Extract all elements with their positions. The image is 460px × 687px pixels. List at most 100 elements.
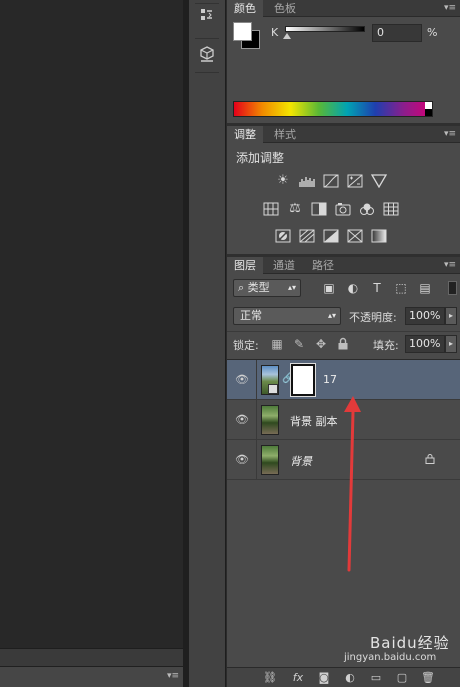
black-white-swatch[interactable] — [425, 102, 432, 116]
layer-name: 背景 副本 — [290, 415, 338, 428]
layer-name: 17 — [323, 373, 337, 386]
tab-channels[interactable]: 通道 — [266, 257, 302, 274]
selective-color-icon[interactable] — [347, 229, 363, 243]
filter-pixel-icon[interactable]: ▣ — [322, 281, 336, 295]
divider — [256, 440, 257, 480]
k-value-field[interactable]: 0 — [372, 24, 422, 42]
adjustments-title: 添加调整 — [236, 151, 285, 165]
layers-list: 👁 🔗 17 👁 背景 副本 👁 背景 — [227, 359, 460, 667]
visibility-eye-icon[interactable]: 👁 — [235, 373, 249, 387]
blend-mode-select[interactable]: 正常 ▴▾ — [233, 307, 341, 325]
right-panel-dock: 颜色 色板 ▾≡ K 0 % 调整 样式 ▾≡ 添加调整 ☀ ⚖ 图层 通道 路… — [227, 0, 460, 687]
fx-layer-style-icon[interactable]: fx — [291, 671, 305, 685]
link-layers-icon[interactable]: ⛓ — [263, 671, 277, 685]
canvas-status-bar: ▾≡ — [0, 666, 183, 687]
curves-icon[interactable] — [323, 174, 339, 188]
divider — [227, 331, 460, 332]
fill-dropdown-button[interactable]: ▸ — [445, 335, 457, 353]
visibility-eye-icon[interactable]: 👁 — [235, 453, 249, 467]
new-layer-icon[interactable]: ▢ — [395, 671, 409, 685]
tab-styles[interactable]: 样式 — [267, 126, 303, 143]
panel-menu-icon[interactable]: ▾≡ — [444, 126, 456, 143]
search-icon: ⌕ — [238, 281, 248, 294]
posterize-icon[interactable] — [299, 229, 315, 243]
horizontal-scrollbar[interactable] — [0, 648, 183, 666]
color-spectrum-ramp[interactable] — [233, 101, 433, 117]
vibrance-icon[interactable] — [370, 174, 388, 189]
collapsed-panel-strip — [189, 0, 226, 687]
layer-name: 背景 — [290, 455, 312, 468]
new-adjustment-icon[interactable]: ◐ — [343, 671, 357, 685]
smart-object-badge-icon — [268, 384, 278, 394]
visibility-eye-icon[interactable]: 👁 — [235, 413, 249, 427]
strip-divider — [195, 3, 219, 4]
document-canvas[interactable] — [0, 0, 183, 687]
panel-menu-icon[interactable]: ▾≡ — [444, 257, 456, 274]
updown-arrows-icon: ▴▾ — [287, 283, 296, 292]
layer-thumbnail — [261, 405, 279, 435]
lock-paint-brush-icon[interactable]: ✎ — [292, 337, 306, 351]
history-icon[interactable] — [197, 7, 217, 27]
filter-shape-icon[interactable]: ⬚ — [394, 281, 408, 295]
lock-all-icon[interactable] — [336, 337, 350, 351]
layer-lock-icon — [425, 453, 435, 467]
trash-icon[interactable]: 🗑 — [421, 671, 435, 685]
baidu-jingyan-watermark: Baidu经验 jingyan.baidu.com — [342, 632, 460, 666]
layers-footer-toolbar: ⛓ fx ◙ ◐ ▭ ▢ 🗑 — [227, 667, 460, 687]
opacity-field[interactable]: 100% — [405, 307, 445, 325]
strip-divider — [195, 72, 219, 73]
k-unit-label: % — [427, 26, 438, 39]
layer-mask-thumbnail[interactable] — [290, 363, 316, 397]
k-slider-thumb[interactable] — [283, 33, 291, 39]
panel-menu-icon[interactable]: ▾≡ — [444, 0, 456, 17]
divider — [256, 360, 257, 400]
3d-icon[interactable] — [197, 46, 217, 66]
lock-transparent-icon[interactable]: ▦ — [270, 337, 284, 351]
tab-color[interactable]: 颜色 — [227, 0, 263, 17]
hue-saturation-icon[interactable] — [263, 202, 279, 216]
exposure-icon[interactable] — [347, 174, 363, 188]
foreground-color-swatch[interactable] — [233, 22, 252, 41]
updown-arrows-icon: ▴▾ — [327, 311, 336, 320]
opacity-dropdown-button[interactable]: ▸ — [445, 307, 457, 325]
fill-label: 填充: — [373, 339, 399, 352]
fill-field[interactable]: 100% — [405, 335, 445, 353]
k-slider-track[interactable] — [285, 26, 365, 32]
invert-icon[interactable] — [275, 229, 291, 243]
channel-mixer-icon[interactable] — [359, 202, 375, 216]
add-mask-icon[interactable]: ◙ — [317, 671, 331, 685]
filter-type-icon[interactable]: T — [370, 281, 384, 295]
layer-filter-select[interactable]: ⌕ 类型 ▴▾ — [233, 279, 301, 297]
layer-row-background[interactable]: 👁 背景 — [227, 440, 460, 480]
tab-paths[interactable]: 路径 — [305, 257, 341, 274]
layer-row-17[interactable]: 👁 🔗 17 — [227, 360, 460, 400]
new-group-folder-icon[interactable]: ▭ — [369, 671, 383, 685]
lock-label: 锁定: — [233, 339, 259, 352]
tab-swatches[interactable]: 色板 — [267, 0, 303, 17]
watermark-url: jingyan.baidu.com — [344, 652, 437, 663]
photo-filter-icon[interactable] — [335, 202, 351, 216]
filter-smart-object-icon[interactable]: ▤ — [418, 281, 432, 295]
black-white-icon[interactable] — [311, 202, 327, 216]
tab-adjustments[interactable]: 调整 — [227, 126, 263, 143]
watermark-brand: Baidu经验 — [370, 634, 450, 652]
opacity-label: 不透明度: — [349, 311, 397, 324]
filter-toggle-switch[interactable] — [448, 281, 457, 295]
levels-icon[interactable] — [299, 174, 315, 188]
threshold-icon[interactable] — [323, 229, 339, 243]
k-channel-label: K — [271, 26, 279, 39]
blend-mode-value: 正常 — [240, 309, 262, 322]
color-lookup-icon[interactable] — [383, 202, 399, 216]
divider — [256, 400, 257, 440]
color-balance-icon[interactable]: ⚖ — [287, 202, 303, 216]
adjustments-panel-tabs: 调整 样式 ▾≡ — [227, 126, 460, 143]
brightness-contrast-icon[interactable]: ☀ — [275, 174, 291, 188]
layer-thumbnail — [261, 445, 279, 475]
lock-position-move-icon[interactable]: ✥ — [314, 337, 328, 351]
filter-adjustment-icon[interactable]: ◐ — [346, 281, 360, 295]
layers-panel-tabs: 图层 通道 路径 ▾≡ — [227, 257, 460, 274]
panel-menu-icon[interactable]: ▾≡ — [167, 671, 179, 681]
layer-row-background-copy[interactable]: 👁 背景 副本 — [227, 400, 460, 440]
tab-layers[interactable]: 图层 — [227, 257, 263, 274]
gradient-map-icon[interactable] — [371, 229, 387, 243]
